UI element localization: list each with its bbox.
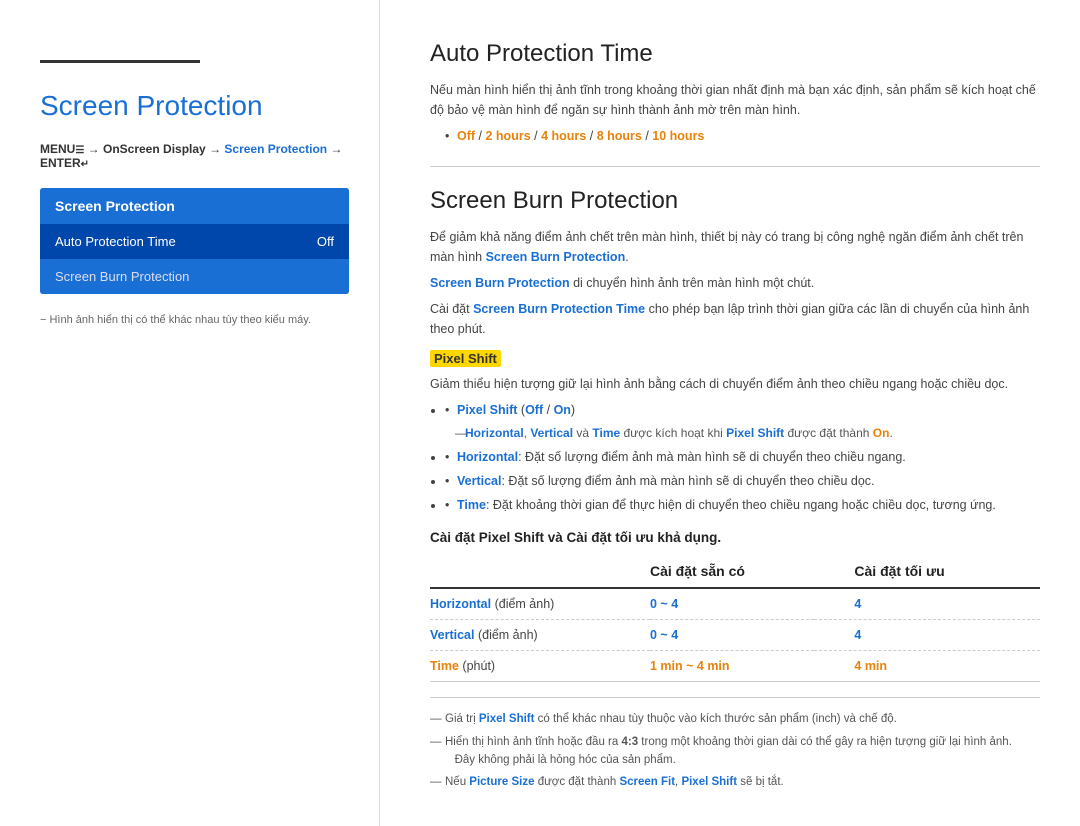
table-cell-vertical-optimal: 4 xyxy=(814,620,1040,651)
table-cell-time-optimal: 4 min xyxy=(814,651,1040,682)
table-col-optimal: Cài đặt tối ưu xyxy=(814,555,1040,588)
breadcrumb-arrow2: → xyxy=(209,142,224,156)
table-col-label xyxy=(430,555,650,588)
pixel-shift-bullets: Pixel Shift (Off / On) Horizontal, Verti… xyxy=(445,400,1040,515)
breadcrumb-onscreen: OnScreen Display xyxy=(103,142,206,156)
breadcrumb-screen-protection: Screen Protection xyxy=(224,142,327,156)
ps-label: Pixel Shift xyxy=(457,403,517,417)
left-panel: Screen Protection MENU☰ → OnScreen Displ… xyxy=(0,0,380,826)
ps-bullet-3: Vertical: Đặt số lượng điểm ảnh mà màn h… xyxy=(445,471,1040,491)
option-off: Off xyxy=(457,129,475,143)
option-10h: 10 hours xyxy=(652,129,704,143)
breadcrumb-menu: MENU☰ xyxy=(40,142,84,156)
option-sep3: / xyxy=(590,129,597,143)
menu-item-screen-burn-label: Screen Burn Protection xyxy=(55,269,189,284)
vertical-label: Vertical xyxy=(430,628,474,642)
menu-header-label: Screen Protection xyxy=(55,198,175,214)
menu-box: Screen Protection Auto Protection Time O… xyxy=(40,188,349,294)
ps-bullet-2: Horizontal: Đặt số lượng điểm ảnh mà màn… xyxy=(445,447,1040,467)
breadcrumb: MENU☰ → OnScreen Display → Screen Protec… xyxy=(40,142,349,170)
menu-item-auto-protection-value: Off xyxy=(317,234,334,249)
ps-horizontal-ref: Horizontal xyxy=(465,426,524,440)
footnote-3: Nếu Picture Size được đặt thành Screen F… xyxy=(430,773,1040,791)
pixel-shift-section: Pixel Shift Giảm thiểu hiện tượng giữ lạ… xyxy=(430,351,1040,515)
fn1-pixelshift: Pixel Shift xyxy=(479,713,535,725)
pixel-shift-table: Cài đặt sẵn có Cài đặt tối ưu Horizontal… xyxy=(430,555,1040,682)
ps-pixelshift-ref: Pixel Shift xyxy=(726,426,784,440)
fn3-picturesize: Picture Size xyxy=(469,776,534,788)
pixel-shift-desc: Giảm thiểu hiện tượng giữ lại hình ảnh b… xyxy=(430,374,1040,394)
footnote-1: Giá trị Pixel Shift có thể khác nhau tùy… xyxy=(430,710,1040,728)
horizontal-label: Horizontal xyxy=(430,597,491,611)
section2-desc3: Cài đặt Screen Burn Protection Time cho … xyxy=(430,299,1040,339)
ps-subnote: Horizontal, Vertical và Time được kích h… xyxy=(450,424,1040,443)
breadcrumb-arrow1: → xyxy=(88,142,103,156)
screen-burn-link: Screen Burn Protection xyxy=(486,250,626,264)
table-heading: Cài đặt Pixel Shift và Cài đặt tối ưu kh… xyxy=(430,530,1040,545)
section1-desc: Nếu màn hình hiển thị ảnh tĩnh trong kho… xyxy=(430,80,1040,120)
table-cell-time-available: 1 min ~ 4 min xyxy=(650,651,814,682)
left-footnote: − Hình ảnh hiển thị có thể khác nhau tùy… xyxy=(40,314,349,326)
ps-bullet-1: Pixel Shift (Off / On) xyxy=(445,400,1040,420)
option-4h: 4 hours xyxy=(541,129,586,143)
section2-desc1: Để giảm khả năng điểm ảnh chết trên màn … xyxy=(430,227,1040,267)
menu-header: Screen Protection xyxy=(40,188,349,224)
table-cell-horizontal-available: 0 ~ 4 xyxy=(650,588,814,620)
option-sep1: / xyxy=(479,129,486,143)
section1-options: Off / 2 hours / 4 hours / 8 hours / 10 h… xyxy=(445,126,1040,146)
screen-burn-label2: Screen Burn Protection xyxy=(430,276,570,290)
table-cell-horizontal-label: Horizontal (điểm ảnh) xyxy=(430,588,650,620)
table-cell-time-label: Time (phút) xyxy=(430,651,650,682)
time-label: Time xyxy=(430,659,459,673)
fn3-pixelshift: Pixel Shift xyxy=(681,776,737,788)
fn2-ratio: 4:3 xyxy=(621,736,638,748)
ps-horizontal-label: Horizontal xyxy=(457,450,518,464)
table-cell-horizontal-optimal: 4 xyxy=(814,588,1040,620)
footnotes: Giá trị Pixel Shift có thể khác nhau tùy… xyxy=(430,697,1040,792)
page-title: Screen Protection xyxy=(40,90,349,122)
table-header-row: Cài đặt sẵn có Cài đặt tối ưu xyxy=(430,555,1040,588)
menu-item-auto-protection-label: Auto Protection Time xyxy=(55,234,176,249)
section1-options-list: Off / 2 hours / 4 hours / 8 hours / 10 h… xyxy=(445,126,1040,146)
section1-title: Auto Protection Time xyxy=(430,40,1040,68)
footnote-2: Hiển thị hình ảnh tĩnh hoặc đầu ra 4:3 t… xyxy=(430,733,1040,770)
breadcrumb-arrow3: → xyxy=(330,142,342,156)
menu-item-auto-protection[interactable]: Auto Protection Time Off xyxy=(40,224,349,259)
table-row-horizontal: Horizontal (điểm ảnh) 0 ~ 4 4 xyxy=(430,588,1040,620)
ps-vertical-ref: Vertical xyxy=(530,426,573,440)
option-8h: 8 hours xyxy=(597,129,642,143)
pixel-shift-label: Pixel Shift xyxy=(430,350,501,367)
ps-time-ref: Time xyxy=(592,426,620,440)
section2-title: Screen Burn Protection xyxy=(430,187,1040,215)
ps-off: Off xyxy=(525,403,543,417)
section2-desc2: Screen Burn Protection di chuyển hình ản… xyxy=(430,273,1040,293)
fn3-screenfit: Screen Fit xyxy=(619,776,675,788)
table-row-time: Time (phút) 1 min ~ 4 min 4 min xyxy=(430,651,1040,682)
right-panel: Auto Protection Time Nếu màn hình hiển t… xyxy=(380,0,1080,826)
option-2h: 2 hours xyxy=(486,129,531,143)
table-cell-vertical-available: 0 ~ 4 xyxy=(650,620,814,651)
table-cell-vertical-label: Vertical (điểm ảnh) xyxy=(430,620,650,651)
divider1 xyxy=(430,166,1040,167)
ps-on: On xyxy=(554,403,571,417)
ps-vertical-label: Vertical xyxy=(457,474,501,488)
table-col-available: Cài đặt sẵn có xyxy=(650,555,814,588)
menu-item-screen-burn[interactable]: Screen Burn Protection xyxy=(40,259,349,294)
top-line-decoration xyxy=(40,60,200,63)
ps-time-label: Time xyxy=(457,498,486,512)
ps-on-ref: On xyxy=(873,426,890,440)
breadcrumb-enter: ENTER↵ xyxy=(40,156,89,170)
ps-bullet-4: Time: Đặt khoảng thời gian để thực hiện … xyxy=(445,495,1040,515)
table-row-vertical: Vertical (điểm ảnh) 0 ~ 4 4 xyxy=(430,620,1040,651)
screen-burn-time-label: Screen Burn Protection Time xyxy=(473,302,645,316)
